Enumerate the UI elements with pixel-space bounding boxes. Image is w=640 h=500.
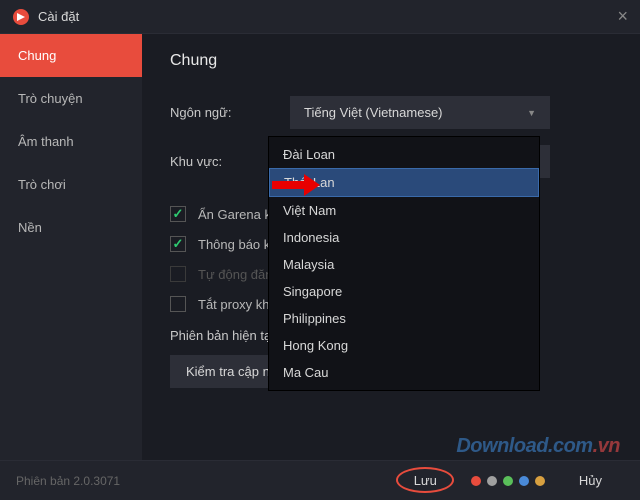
- region-option[interactable]: Ma Cau: [269, 359, 539, 386]
- sidebar-item-general[interactable]: Chung: [0, 34, 142, 77]
- sidebar-item-background[interactable]: Nền: [0, 206, 142, 249]
- language-dropdown[interactable]: Tiếng Việt (Vietnamese) ▼: [290, 96, 550, 129]
- region-option[interactable]: Malaysia: [269, 251, 539, 278]
- sidebar-item-games[interactable]: Trò chơi: [0, 163, 142, 206]
- cancel-button[interactable]: Hủy: [557, 467, 624, 494]
- annotation-arrow-icon: [272, 174, 320, 196]
- chevron-down-icon: ▼: [527, 108, 536, 118]
- region-option[interactable]: Philippines: [269, 305, 539, 332]
- checkbox-icon[interactable]: [170, 206, 186, 222]
- theme-dot-orange[interactable]: [535, 476, 545, 486]
- sidebar-item-chat[interactable]: Trò chuyện: [0, 77, 142, 120]
- window-title: Cài đặt: [38, 9, 617, 24]
- theme-dot-gray[interactable]: [487, 476, 497, 486]
- checkbox-icon: [170, 266, 186, 282]
- theme-dot-red[interactable]: [471, 476, 481, 486]
- theme-dot-green[interactable]: [503, 476, 513, 486]
- language-label: Ngôn ngữ:: [170, 105, 290, 120]
- garena-logo-icon: [12, 8, 30, 26]
- region-option[interactable]: Singapore: [269, 278, 539, 305]
- checkbox-icon[interactable]: [170, 236, 186, 252]
- page-title: Chung: [170, 52, 612, 70]
- theme-color-picker: [471, 476, 545, 486]
- region-option[interactable]: Hong Kong: [269, 332, 539, 359]
- sidebar-item-audio[interactable]: Âm thanh: [0, 120, 142, 163]
- settings-sidebar: Chung Trò chuyện Âm thanh Trò chơi Nền: [0, 34, 142, 460]
- region-option[interactable]: Việt Nam: [269, 197, 539, 224]
- save-button[interactable]: Lưu: [392, 467, 459, 494]
- region-option[interactable]: Đài Loan: [269, 141, 539, 168]
- theme-dot-blue[interactable]: [519, 476, 529, 486]
- language-value: Tiếng Việt (Vietnamese): [304, 105, 443, 120]
- footer-version: Phiên bản 2.0.3071: [16, 474, 392, 488]
- close-icon[interactable]: ×: [617, 6, 628, 27]
- region-option[interactable]: Indonesia: [269, 224, 539, 251]
- checkbox-icon[interactable]: [170, 296, 186, 312]
